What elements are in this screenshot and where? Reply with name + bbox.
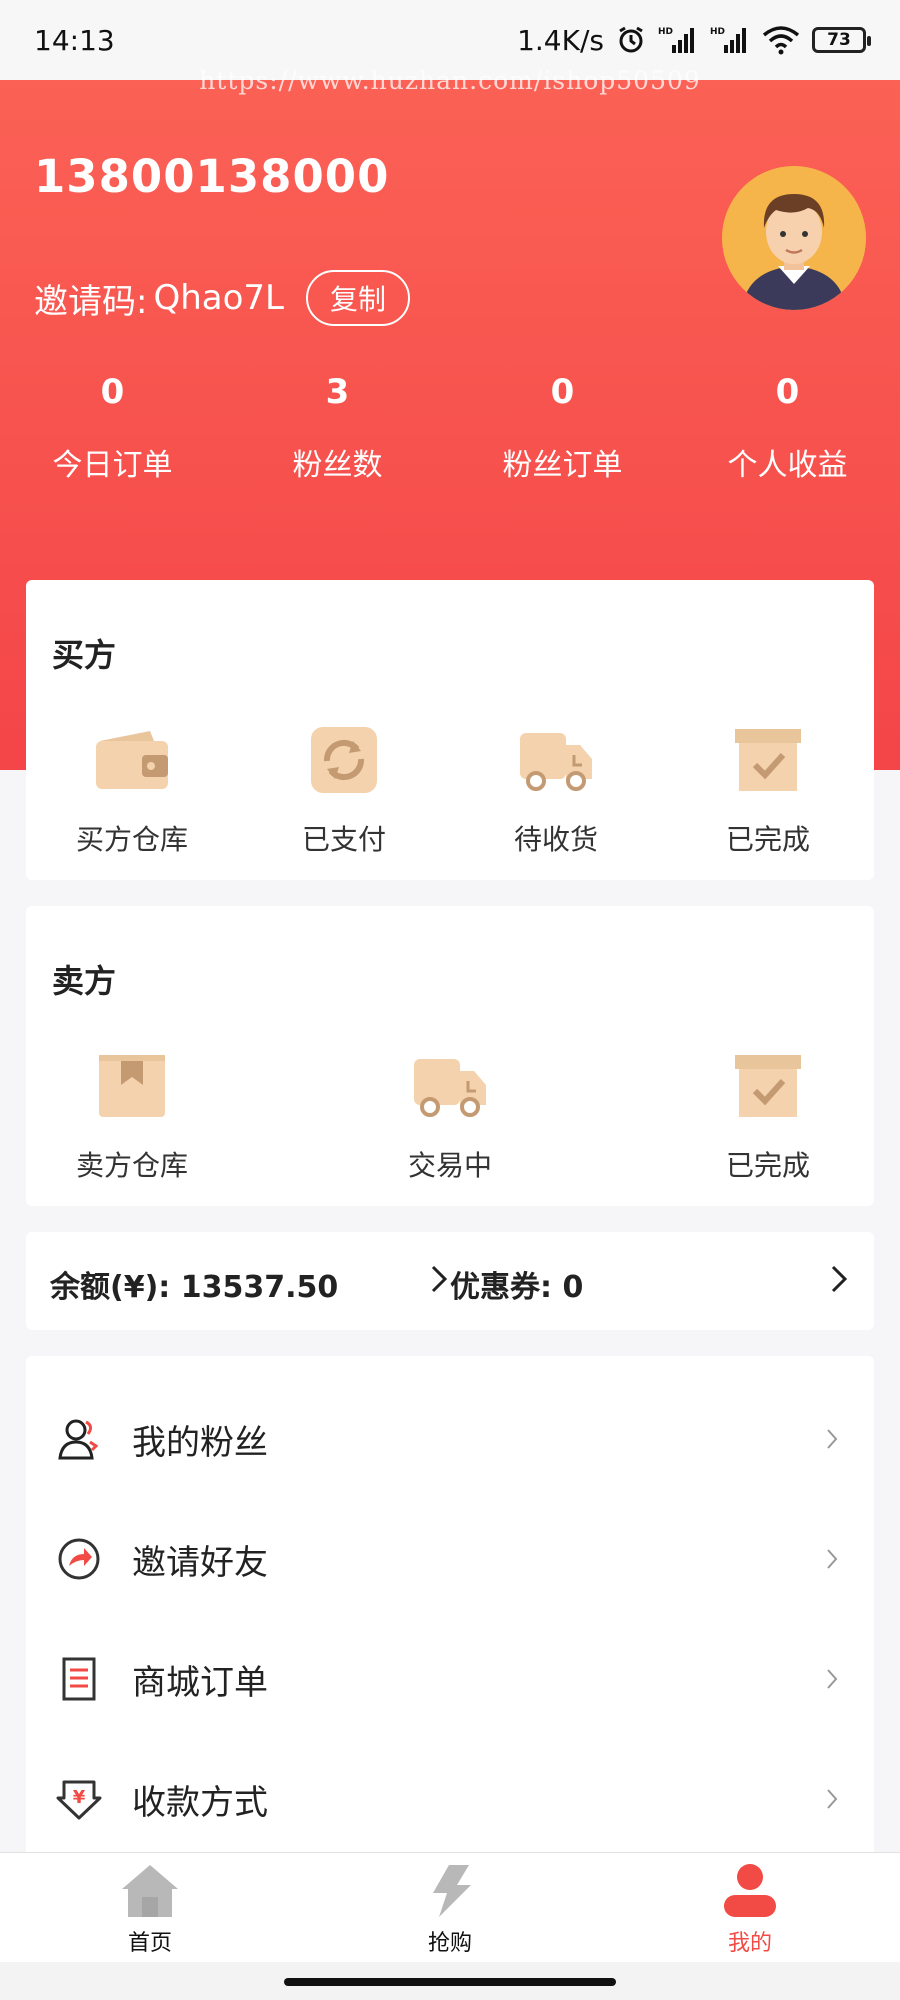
tab-flash-sale[interactable]: 抢购 xyxy=(300,1853,600,1962)
item-label: 卖方仓库 xyxy=(75,1149,188,1182)
stat-fans[interactable]: 3 粉丝数 xyxy=(225,372,450,484)
chevron-right-icon xyxy=(827,1669,838,1689)
item-label: 买方仓库 xyxy=(75,823,188,856)
svg-text:HD: HD xyxy=(710,27,725,37)
svg-text:HD: HD xyxy=(658,27,673,37)
copy-button[interactable]: 复制 xyxy=(306,270,411,326)
menu-item-mall-orders[interactable]: 商城订单 xyxy=(26,1620,874,1738)
item-label: 交易中 xyxy=(407,1149,492,1182)
tab-mine[interactable]: 我的 xyxy=(600,1853,900,1962)
menu-item-payment-methods[interactable]: ¥ 收款方式 xyxy=(26,1740,874,1858)
stat-earnings[interactable]: 0 个人收益 xyxy=(675,372,900,484)
menu-label: 我的粉丝 xyxy=(132,1422,268,1463)
truck-icon xyxy=(520,733,592,791)
network-speed: 1.4K/s xyxy=(517,23,604,57)
buyer-card: 买方 买方仓库 已支付 待收货 已完成 xyxy=(26,580,874,880)
seller-icon-row: 卖方仓库 交易中 已完成 xyxy=(26,1046,874,1184)
stat-fan-orders[interactable]: 0 粉丝订单 xyxy=(450,372,675,484)
menu-item-my-fans[interactable]: 我的粉丝 xyxy=(26,1380,874,1498)
buyer-pending-receipt-button[interactable]: 待收货 xyxy=(450,720,662,858)
chevron-right-icon xyxy=(827,1789,838,1809)
bottom-tab-bar: 首页 抢购 我的 xyxy=(0,1852,900,1962)
avatar[interactable] xyxy=(722,166,866,310)
buyer-icon-row: 买方仓库 已支付 待收货 已完成 xyxy=(26,720,874,858)
home-indicator[interactable] xyxy=(284,1978,616,1986)
tab-label: 首页 xyxy=(127,1931,172,1956)
invite-code: Qhao7L xyxy=(153,278,284,318)
tab-home[interactable]: 首页 xyxy=(0,1853,300,1962)
buyer-warehouse-button[interactable]: 买方仓库 xyxy=(26,720,238,858)
stats-row: 0 今日订单 3 粉丝数 0 粉丝订单 0 个人收益 xyxy=(0,372,900,484)
menu-card: 我的粉丝 邀请好友 商城订单 ¥ 收款方式 xyxy=(26,1356,874,1856)
wallet-icon xyxy=(96,731,168,789)
seller-trading-button[interactable]: 交易中 xyxy=(344,1046,556,1184)
menu-label: 商城订单 xyxy=(132,1662,268,1703)
menu-label: 邀请好友 xyxy=(132,1542,268,1583)
item-label: 已完成 xyxy=(725,1149,810,1182)
chevron-right-icon xyxy=(827,1549,838,1569)
stat-label: 粉丝订单 xyxy=(502,448,623,483)
tab-label: 抢购 xyxy=(427,1931,472,1956)
status-icons: 1.4K/s HD HD 73 xyxy=(517,23,871,57)
chevron-right-icon xyxy=(827,1429,838,1449)
stat-label: 粉丝数 xyxy=(292,448,383,483)
lightning-icon xyxy=(433,1865,471,1917)
share-icon xyxy=(58,1538,100,1580)
seller-warehouse-button[interactable]: 卖方仓库 xyxy=(26,1046,238,1184)
wifi-icon xyxy=(762,26,800,55)
status-time: 14:13 xyxy=(34,23,115,57)
fans-icon xyxy=(58,1419,99,1460)
home-icon xyxy=(122,1865,178,1917)
payment-icon: ¥ xyxy=(56,1780,102,1820)
svg-text:¥: ¥ xyxy=(73,1787,86,1808)
box-check-icon xyxy=(735,729,801,791)
stat-value: 0 xyxy=(550,372,575,412)
refresh-icon xyxy=(311,727,377,793)
user-phone: 13800138000 xyxy=(34,150,390,203)
truck-icon xyxy=(414,1059,486,1117)
stat-today-orders[interactable]: 0 今日订单 xyxy=(0,372,225,484)
stat-label: 今日订单 xyxy=(52,448,173,483)
item-label: 已完成 xyxy=(725,823,810,856)
battery-icon: 73 xyxy=(812,27,871,53)
order-icon xyxy=(62,1657,96,1701)
balance-value[interactable]: 余额(¥): 13537.50 xyxy=(50,1262,338,1306)
stat-value: 0 xyxy=(775,372,800,412)
seller-completed-button[interactable]: 已完成 xyxy=(662,1046,874,1184)
buyer-title: 买方 xyxy=(52,636,117,674)
invite-label: 邀请码: xyxy=(34,281,148,322)
menu-item-invite-friends[interactable]: 邀请好友 xyxy=(26,1500,874,1618)
seller-title: 卖方 xyxy=(52,962,117,1000)
item-label: 已支付 xyxy=(301,823,386,856)
buyer-completed-button[interactable]: 已完成 xyxy=(662,720,874,858)
package-icon xyxy=(99,1055,165,1117)
user-icon xyxy=(724,1864,776,1917)
chevron-right-icon[interactable] xyxy=(830,1264,848,1294)
signal-icon: HD xyxy=(658,27,694,53)
invite-code-row: 邀请码: Qhao7L 复制 xyxy=(34,270,411,326)
item-label: 待收货 xyxy=(513,823,598,856)
menu-label: 收款方式 xyxy=(132,1782,268,1823)
watermark: https://www.huzhan.com/ishop50509 xyxy=(199,66,701,95)
avatar-icon xyxy=(722,166,866,310)
balance-card: 余额(¥): 13537.50 优惠券: 0 xyxy=(26,1232,874,1330)
seller-card: 卖方 卖方仓库 交易中 已完成 xyxy=(26,906,874,1206)
buyer-paid-button[interactable]: 已支付 xyxy=(238,720,450,858)
signal-icon-2: HD xyxy=(710,27,746,53)
tab-label: 我的 xyxy=(727,1931,772,1956)
stat-value: 0 xyxy=(100,372,125,412)
chevron-right-icon[interactable] xyxy=(430,1264,448,1294)
stat-value: 3 xyxy=(325,372,350,412)
coupon-value[interactable]: 优惠券: 0 xyxy=(450,1262,583,1306)
box-check-icon xyxy=(735,1055,801,1117)
stat-label: 个人收益 xyxy=(727,448,848,483)
alarm-icon xyxy=(619,26,643,53)
